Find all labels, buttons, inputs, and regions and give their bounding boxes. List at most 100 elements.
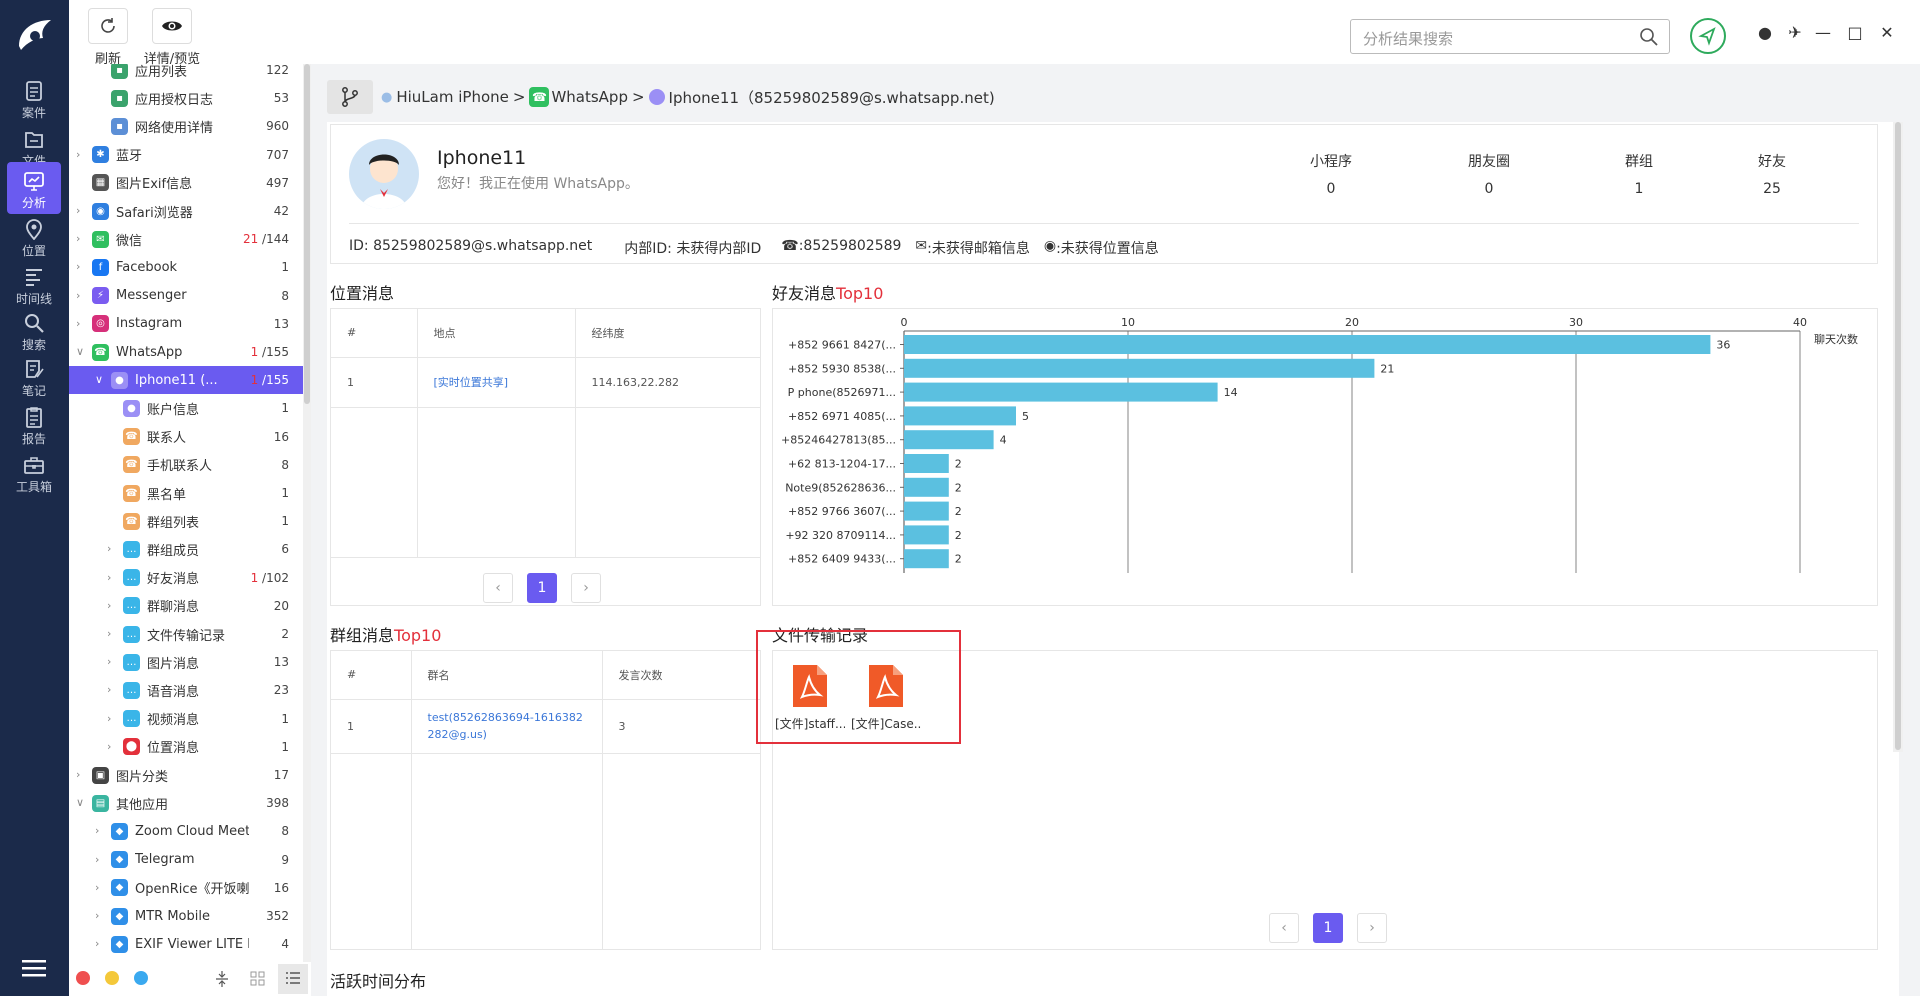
tree-item[interactable]: ☎ 手机联系人 8 [69,451,303,479]
chevron-right-icon[interactable]: › [107,741,117,752]
close-icon[interactable]: ✕ [1878,24,1896,42]
tree-item[interactable]: › ▣ 图片分类 17 [69,761,303,789]
preview-button[interactable]: 详情/预览 [142,8,202,67]
tree-item[interactable]: ▪ 应用列表 122 [69,64,303,84]
nav-item-search[interactable]: 搜索 [7,304,61,356]
tree-item[interactable]: › … 群组成员 6 [69,535,303,563]
send-button[interactable] [1690,18,1726,54]
breadcrumb-app[interactable]: WhatsApp [551,88,628,106]
prev-page-button[interactable]: ‹ [1269,913,1299,943]
table-row[interactable]: 1 [实时位置共享] 114.163,22.282 [331,357,760,408]
tree-item[interactable]: › … 文件传输记录 2 [69,620,303,648]
page-1-button[interactable]: 1 [527,573,557,603]
tree-item[interactable]: ▪ 应用授权日志 53 [69,84,303,112]
breadcrumb-account[interactable]: Iphone11（85259802589@s.whatsapp.net) [669,87,995,108]
tree-item[interactable]: ▦ 图片Exif信息 497 [69,169,303,197]
collapse-icon[interactable] [214,970,230,988]
chevron-right-icon[interactable]: › [95,910,105,921]
tree-item[interactable]: › f Facebook 1 [69,253,303,281]
grid-view-icon[interactable] [250,971,265,986]
content-scrollbar[interactable] [1893,122,1903,752]
next-page-button[interactable]: › [1357,913,1387,943]
result-search-input[interactable]: 分析结果搜索 [1350,19,1670,54]
pin-icon[interactable]: ✈ [1786,24,1804,42]
tree-item[interactable]: › ◆ Zoom Cloud Meeti... 8 [69,817,303,845]
chevron-down-icon[interactable]: ∨ [76,797,86,808]
tree-scrollbar[interactable] [303,64,311,962]
tree-item[interactable]: › ◆ OpenRice《开饭喇... 16 [69,874,303,902]
tree-item[interactable]: ▪ 网络使用详情 960 [69,112,303,140]
tree-item[interactable]: › … 图片消息 13 [69,648,303,676]
tree-item[interactable]: › … 语音消息 23 [69,676,303,704]
breadcrumb-device[interactable]: HiuLam iPhone [396,88,509,106]
table-row[interactable]: 1 test(85262863694-1616382282@g.us) 3 [331,699,760,754]
user-icon[interactable]: ● [1756,24,1774,42]
tree-item[interactable]: ☎ 群组列表 1 [69,507,303,535]
chevron-right-icon[interactable]: › [107,600,117,611]
tree-item[interactable]: › ✱ 蓝牙 707 [69,141,303,169]
nav-item-case[interactable]: 案件 [7,72,61,124]
chevron-right-icon[interactable]: › [76,149,86,160]
nav-item-report[interactable]: 报告 [7,398,61,450]
chevron-right-icon[interactable]: › [76,318,86,329]
bar[interactable] [904,454,949,473]
tree-item[interactable]: ☎ 联系人 16 [69,423,303,451]
page-1-button[interactable]: 1 [1313,913,1343,943]
bar[interactable] [904,430,994,450]
tree-item[interactable]: ∨ ☎ WhatsApp 1 /155 [69,338,303,366]
tree-item[interactable]: ∨ ▤ 其他应用 398 [69,789,303,817]
bar[interactable] [904,382,1218,402]
tree-item[interactable]: › ✉ 微信 21 /144 [69,225,303,253]
next-page-button[interactable]: › [571,573,601,603]
tree-item[interactable]: › ◉ Safari浏览器 42 [69,197,303,225]
chevron-right-icon[interactable]: › [76,205,86,216]
prev-page-button[interactable]: ‹ [483,573,513,603]
bar[interactable] [904,525,949,545]
tree-item[interactable]: › … 视频消息 1 [69,705,303,733]
menu-icon[interactable] [22,958,46,978]
bar[interactable] [904,477,949,497]
chevron-right-icon[interactable]: › [95,938,105,949]
minimize-icon[interactable]: — [1814,24,1832,42]
nav-item-location[interactable]: 位置 [7,210,61,262]
bar[interactable] [904,406,1016,426]
bar[interactable] [904,549,949,569]
search-icon[interactable] [1639,27,1659,47]
nav-item-toolbox[interactable]: 工具箱 [7,446,61,498]
cell-place[interactable]: [实时位置共享] [417,357,576,408]
tree-item[interactable]: › ◎ Instagram 13 [69,310,303,338]
tree-item[interactable]: › ◆ Telegram 9 [69,846,303,874]
chevron-right-icon[interactable]: › [107,684,117,695]
maximize-icon[interactable]: □ [1846,24,1864,42]
chevron-right-icon[interactable]: › [76,769,86,780]
tree-item[interactable]: ☎ 黑名单 1 [69,479,303,507]
chevron-right-icon[interactable]: › [76,233,86,244]
nav-item-timeline[interactable]: 时间线 [7,258,61,310]
chevron-right-icon[interactable]: › [76,261,86,272]
tree-item[interactable]: ∨ ● Iphone11 (... 1 /155 [69,366,303,395]
nav-item-analysis[interactable]: 分析 [7,162,61,214]
refresh-button[interactable]: 刷新 [81,8,135,67]
chevron-right-icon[interactable]: › [107,543,117,554]
bar[interactable] [904,358,1375,378]
nav-item-note[interactable]: 笔记 [7,350,61,402]
bar[interactable] [904,501,949,521]
tree-item[interactable]: › ⬤ 位置消息 1 [69,733,303,761]
chevron-right-icon[interactable]: › [95,882,105,893]
tree-item[interactable]: › ⚡ Messenger 8 [69,282,303,310]
cell-group-name[interactable]: test(85262863694-1616382282@g.us) [411,699,603,754]
bar[interactable] [904,335,1711,354]
chevron-right-icon[interactable]: › [107,572,117,583]
chevron-right-icon[interactable]: › [107,713,117,724]
chevron-right-icon[interactable]: › [107,656,117,667]
branch-button[interactable] [327,80,373,114]
chevron-right-icon[interactable]: › [95,825,105,836]
tree-item[interactable]: › … 群聊消息 20 [69,592,303,620]
list-view-button[interactable] [278,964,308,994]
tree-item[interactable]: ● 账户信息 1 [69,394,303,422]
chevron-down-icon[interactable]: ∨ [95,374,105,385]
chevron-right-icon[interactable]: › [76,290,86,301]
chevron-right-icon[interactable]: › [95,854,105,865]
chevron-down-icon[interactable]: ∨ [76,346,86,357]
chevron-right-icon[interactable]: › [107,628,117,639]
